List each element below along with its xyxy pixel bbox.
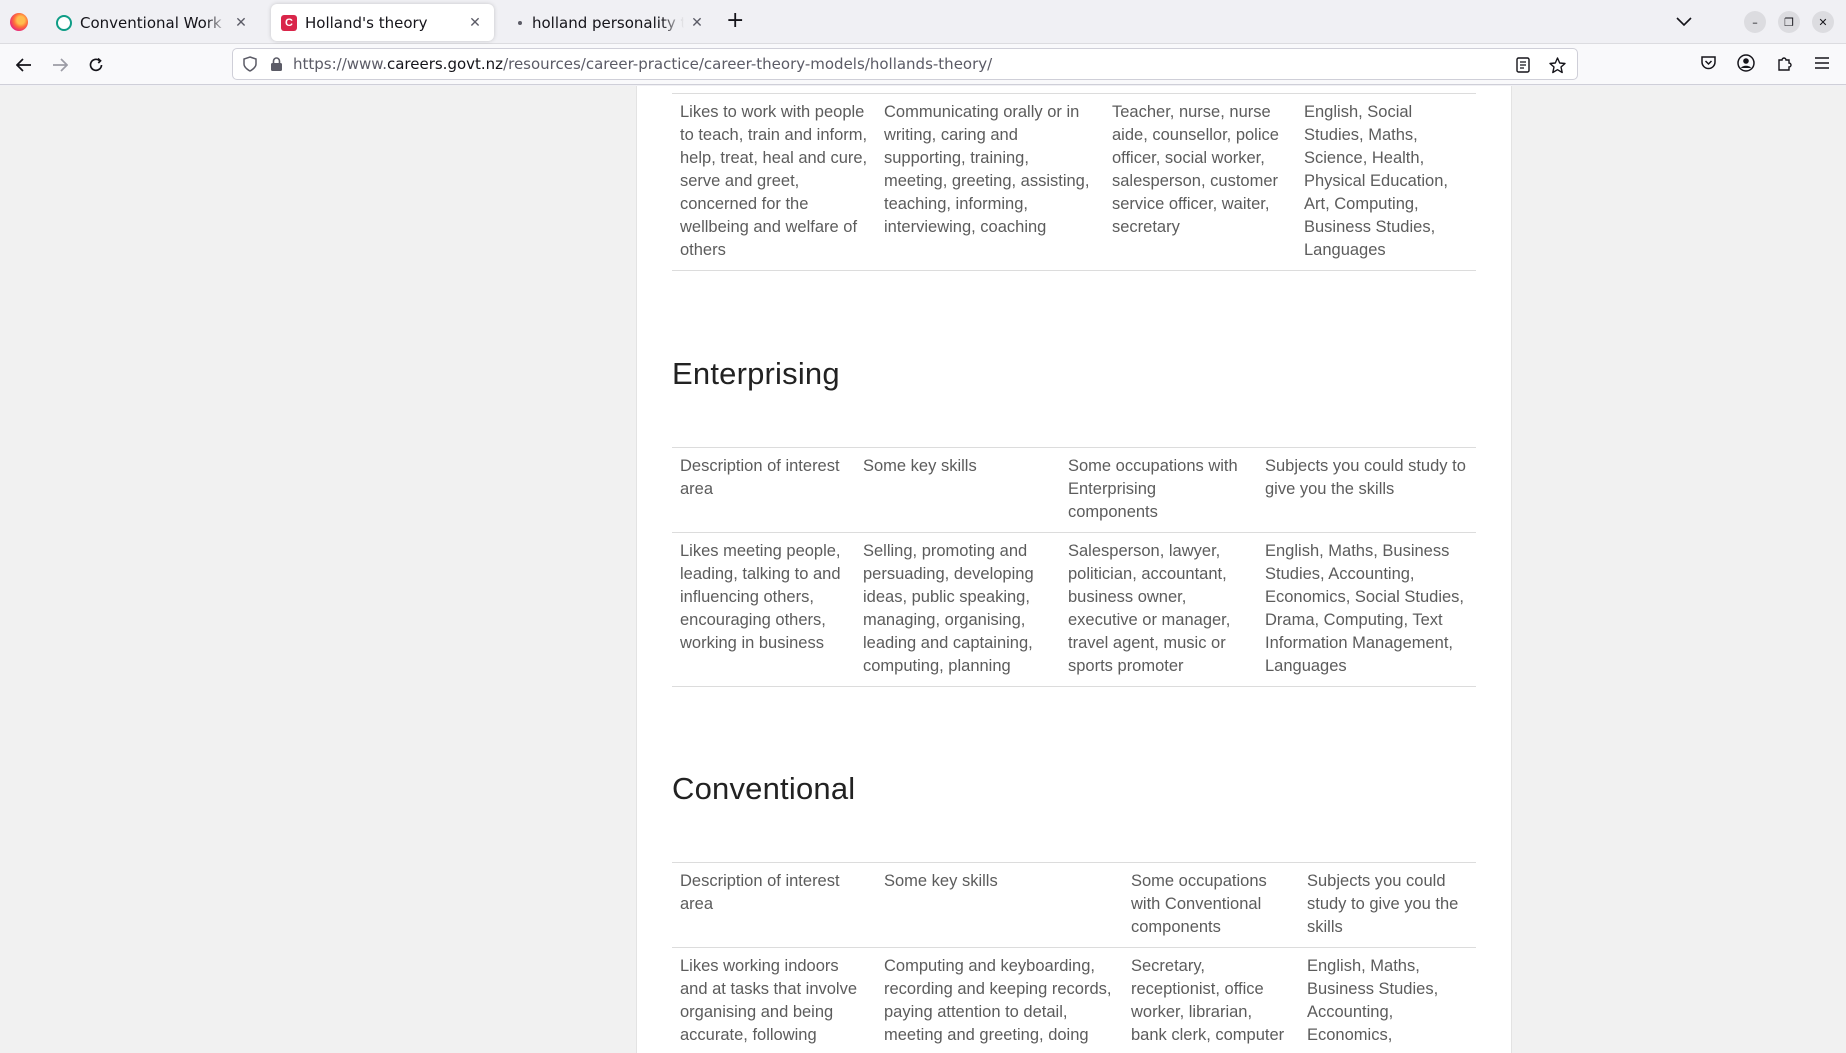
list-all-tabs-chevron-icon[interactable] (1676, 12, 1692, 31)
section-heading-conventional: Conventional (672, 771, 856, 806)
tab-conventional-work-personality[interactable]: Conventional Work Personality ✕ (46, 4, 260, 41)
close-tab-icon[interactable]: ✕ (466, 15, 484, 31)
reload-icon[interactable] (83, 52, 109, 78)
table-cell: Teacher, nurse, nurse aide, counsellor, … (1104, 93, 1296, 271)
extensions-puzzle-icon[interactable] (1774, 53, 1794, 73)
section-heading-enterprising: Enterprising (672, 356, 840, 391)
lock-icon[interactable] (267, 55, 285, 73)
tab-holland-personality-types[interactable]: holland personality types ✕ (502, 4, 716, 41)
tab-title: holland personality types (532, 13, 684, 32)
address-bar[interactable]: https://www.careers.govt.nz/resources/ca… (232, 48, 1578, 80)
column-header: Description of interest area (672, 447, 855, 533)
table-cell: Salesperson, lawyer, politician, account… (1060, 532, 1257, 687)
reader-view-icon[interactable] (1513, 55, 1533, 75)
loading-dot-icon (518, 20, 522, 25)
table-row: Likes to work with people to teach, trai… (672, 93, 1476, 271)
table-cell: Likes working indoors and at tasks that … (672, 947, 876, 1053)
account-icon[interactable] (1736, 53, 1756, 73)
social-table: Likes to work with people to teach, trai… (672, 93, 1476, 271)
column-header: Some occupations with Enterprising compo… (1060, 447, 1257, 533)
column-header: Description of interest area (672, 862, 876, 948)
column-header: Some key skills (876, 862, 1123, 948)
window-controls: – ❐ ✕ (1744, 0, 1846, 44)
enterprising-table: Description of interest area Some key sk… (672, 447, 1476, 687)
pocket-icon[interactable] (1698, 53, 1718, 73)
firefox-icon[interactable] (10, 13, 28, 31)
column-header: Some occupations with Conventional compo… (1123, 862, 1299, 948)
table-cell: English, Maths, Business Studies, Accoun… (1257, 532, 1476, 687)
url-text: https://www.careers.govt.nz/resources/ca… (293, 55, 993, 73)
table-cell: English, Maths, Business Studies, Accoun… (1299, 947, 1476, 1053)
navigation-toolbar: https://www.careers.govt.nz/resources/ca… (0, 44, 1846, 85)
page-viewport: Likes to work with people to teach, trai… (0, 86, 1846, 1053)
new-tab-plus-icon[interactable]: + (726, 10, 744, 32)
restore-icon[interactable]: ❐ (1778, 11, 1800, 33)
table-cell: Communicating orally or in writing, cari… (876, 93, 1104, 271)
table-cell: Computing and keyboarding, recording and… (876, 947, 1123, 1053)
chatgpt-icon (56, 14, 72, 31)
column-header: Some key skills (855, 447, 1060, 533)
table-cell: English, Social Studies, Maths, Science,… (1296, 93, 1476, 271)
column-header: Subjects you could study to give you the… (1257, 447, 1476, 533)
table-header-row: Description of interest area Some key sk… (672, 447, 1476, 533)
tab-title: Conventional Work Personality (80, 13, 228, 32)
tab-hollands-theory[interactable]: C Holland's theory ✕ (271, 4, 494, 41)
close-window-icon[interactable]: ✕ (1812, 11, 1834, 33)
table-cell: Selling, promoting and persuading, devel… (855, 532, 1060, 687)
table-cell: Secretary, receptionist, office worker, … (1123, 947, 1299, 1053)
close-tab-icon[interactable]: ✕ (688, 15, 706, 31)
table-row: Likes working indoors and at tasks that … (672, 947, 1476, 1053)
tab-title: Holland's theory (305, 13, 428, 32)
minimize-icon[interactable]: – (1744, 11, 1766, 33)
table-header-row: Description of interest area Some key sk… (672, 862, 1476, 948)
tab-strip: Conventional Work Personality ✕ C Hollan… (0, 0, 1846, 44)
table-row: Likes meeting people, leading, talking t… (672, 532, 1476, 687)
careers-nz-icon: C (281, 14, 297, 31)
forward-arrow-icon[interactable] (47, 52, 73, 78)
tracking-protection-shield-icon[interactable] (241, 55, 259, 73)
bookmark-star-icon[interactable] (1547, 55, 1567, 75)
menu-hamburger-icon[interactable] (1812, 53, 1832, 73)
table-cell: Likes to work with people to teach, trai… (672, 93, 876, 271)
table-cell: Likes meeting people, leading, talking t… (672, 532, 855, 687)
close-tab-icon[interactable]: ✕ (232, 15, 250, 31)
conventional-table: Description of interest area Some key sk… (672, 862, 1476, 1053)
back-arrow-icon[interactable] (11, 52, 37, 78)
column-header: Subjects you could study to give you the… (1299, 862, 1476, 948)
article-content: Likes to work with people to teach, trai… (636, 86, 1512, 1053)
